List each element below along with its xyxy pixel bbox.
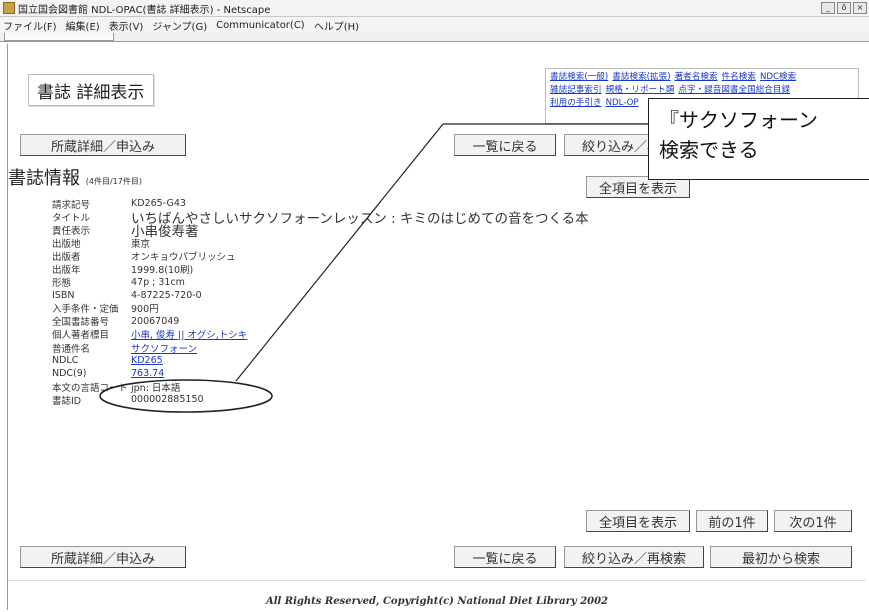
record-details: 請求記号 KD265-G43 タイトル いちばんやさしいサクソフォーンレッスン : …: [52, 197, 589, 407]
author-heading-link[interactable]: 小串, 俊寿 || オグシ,トシキ: [131, 327, 247, 341]
holdings-request-button-bottom[interactable]: 所蔵詳細／申込み: [20, 546, 186, 568]
link-search-general[interactable]: 書誌検索(一般): [550, 71, 608, 84]
record-label: 形態: [52, 278, 72, 290]
next-record-button[interactable]: 次の1件: [774, 510, 852, 532]
callout-line-1: 『サクソフォーン: [659, 108, 818, 132]
record-row: ISBN 4-87225-720-0: [52, 289, 589, 302]
record-value: jpn: 日本語: [131, 382, 181, 394]
window-controls: _ ō ×: [821, 2, 867, 14]
menu-file[interactable]: ファイル(F): [3, 18, 57, 33]
record-label: NDLC: [52, 355, 79, 367]
record-row: NDLC KD265: [52, 354, 589, 367]
window-titlebar: 国立国会図書館 NDL-OPAC(書誌 詳細表示) - Netscape _ ō…: [0, 0, 869, 17]
record-value: 900円: [131, 304, 159, 316]
record-value: 4-87225-720-0: [131, 289, 202, 301]
link-magazine-index[interactable]: 雑誌記事索引: [550, 84, 602, 97]
record-label: タイトル: [52, 212, 91, 224]
ndlc-link[interactable]: KD265: [131, 355, 163, 366]
menubar: ファイル(F) 編集(E) 表示(V) ジャンプ(G) Communicator…: [0, 17, 869, 33]
menu-view[interactable]: 表示(V): [109, 18, 144, 33]
toolbar-grip[interactable]: [4, 33, 114, 41]
record-value: オンキョウパブリッシュ: [131, 251, 236, 263]
record-label: 個人著者標目: [52, 330, 110, 342]
record-label: 責任表示: [52, 225, 91, 237]
record-label: 出版者: [52, 251, 81, 263]
section-title: 書誌情報: [8, 168, 80, 189]
record-row: 出版者 オンキョウパブリッシュ: [52, 249, 589, 263]
menu-communicator[interactable]: Communicator(C): [216, 20, 305, 31]
callout-line-2: 検索できる: [659, 138, 759, 162]
bibliographic-info-heading: 書誌情報 (4件目/17件目): [8, 164, 142, 190]
back-to-list-button[interactable]: 一覧に戻る: [454, 134, 556, 156]
record-value: 000002885150: [131, 394, 204, 406]
link-usage-guide[interactable]: 利用の手引き: [550, 97, 602, 110]
show-all-items-button-bottom[interactable]: 全項目を表示: [586, 510, 690, 532]
record-row: 入手条件・定価 900円: [52, 302, 589, 315]
record-row: 全国書誌番号 20067049: [52, 315, 589, 329]
menu-go[interactable]: ジャンプ(G): [152, 18, 207, 33]
copyright-footer: All Rights Reserved, Copyright(c) Nation…: [265, 596, 609, 607]
record-position: (4件目/17件目): [85, 177, 142, 186]
collapsed-toolbar: [0, 33, 869, 42]
record-label: 出版年: [52, 265, 81, 277]
holdings-request-button[interactable]: 所蔵詳細／申込み: [20, 134, 186, 156]
search-from-start-button[interactable]: 最初から検索: [710, 546, 852, 568]
record-row: 普通件名 サクソフォーン: [52, 341, 589, 355]
record-value: 47p ; 31cm: [131, 276, 185, 288]
record-label: 出版地: [52, 238, 81, 250]
record-label: 全国書誌番号: [52, 317, 110, 329]
record-value: 1999.8(10刷): [131, 265, 194, 277]
back-to-list-button-bottom[interactable]: 一覧に戻る: [454, 546, 556, 568]
search-links-row: 雑誌記事索引 規格・リポート類 点字・録音図書全国総合目録: [550, 84, 854, 97]
record-label: 普通件名: [52, 343, 91, 355]
record-label: ISBN: [52, 289, 75, 301]
restore-button[interactable]: ō: [837, 2, 851, 14]
footer-divider: [8, 580, 866, 581]
link-search-extended[interactable]: 書誌検索(拡張): [612, 71, 670, 84]
record-label: 書誌ID: [52, 395, 82, 407]
link-standards-reports[interactable]: 規格・リポート類: [606, 84, 675, 97]
search-links-row: 書誌検索(一般) 書誌検索(拡張) 著者名検索 件名検索 NDC検索: [550, 71, 854, 84]
menu-edit[interactable]: 編集(E): [66, 18, 100, 33]
record-value: 東京: [131, 238, 151, 250]
link-ndl-opac[interactable]: NDL-OP: [606, 97, 639, 110]
record-value: 20067049: [131, 315, 180, 327]
record-label: 請求記号: [52, 199, 91, 211]
record-label: 本文の言語コード: [52, 382, 129, 394]
record-row: 書誌ID 000002885150: [52, 393, 589, 407]
previous-record-button[interactable]: 前の1件: [696, 510, 768, 532]
link-subject-search[interactable]: 件名検索: [722, 71, 756, 84]
page-header: 書誌 詳細表示: [28, 74, 154, 106]
ndc-link[interactable]: 763.74: [131, 368, 164, 379]
annotation-callout: 『サクソフォーン 検索できる: [648, 98, 869, 180]
link-ndc-search[interactable]: NDC検索: [760, 71, 796, 84]
record-row: 形態 47p ; 31cm: [52, 276, 589, 290]
close-button[interactable]: ×: [853, 2, 867, 14]
window-title: 国立国会図書館 NDL-OPAC(書誌 詳細表示) - Netscape: [18, 4, 271, 16]
record-row: 出版地 東京: [52, 236, 589, 250]
subject-saxophone-link[interactable]: サクソフォーン: [131, 341, 197, 355]
title-value: いちばんやさしいサクソフォーンレッスン : キミのはじめての音をつくる本: [131, 210, 589, 227]
netscape-app-icon: [3, 2, 15, 14]
menu-help[interactable]: ヘルプ(H): [314, 18, 359, 33]
record-row: 出版年 1999.8(10刷): [52, 262, 589, 277]
link-author-search[interactable]: 著者名検索: [675, 71, 718, 84]
record-row: NDC(9) 763.74: [52, 367, 589, 380]
page-title: 書誌 詳細表示: [37, 82, 145, 103]
minimize-button[interactable]: _: [821, 2, 835, 14]
link-braille-catalog[interactable]: 点字・録音図書全国総合目録: [678, 84, 790, 97]
record-row: 本文の言語コード jpn: 日本語: [52, 380, 589, 394]
record-row: 個人著者標目 小串, 俊寿 || オグシ,トシキ: [52, 328, 589, 341]
record-label: NDC(9): [52, 368, 87, 380]
refine-search-button-bottom[interactable]: 絞り込み／再検索: [564, 546, 704, 568]
record-label: 入手条件・定価: [52, 304, 119, 316]
